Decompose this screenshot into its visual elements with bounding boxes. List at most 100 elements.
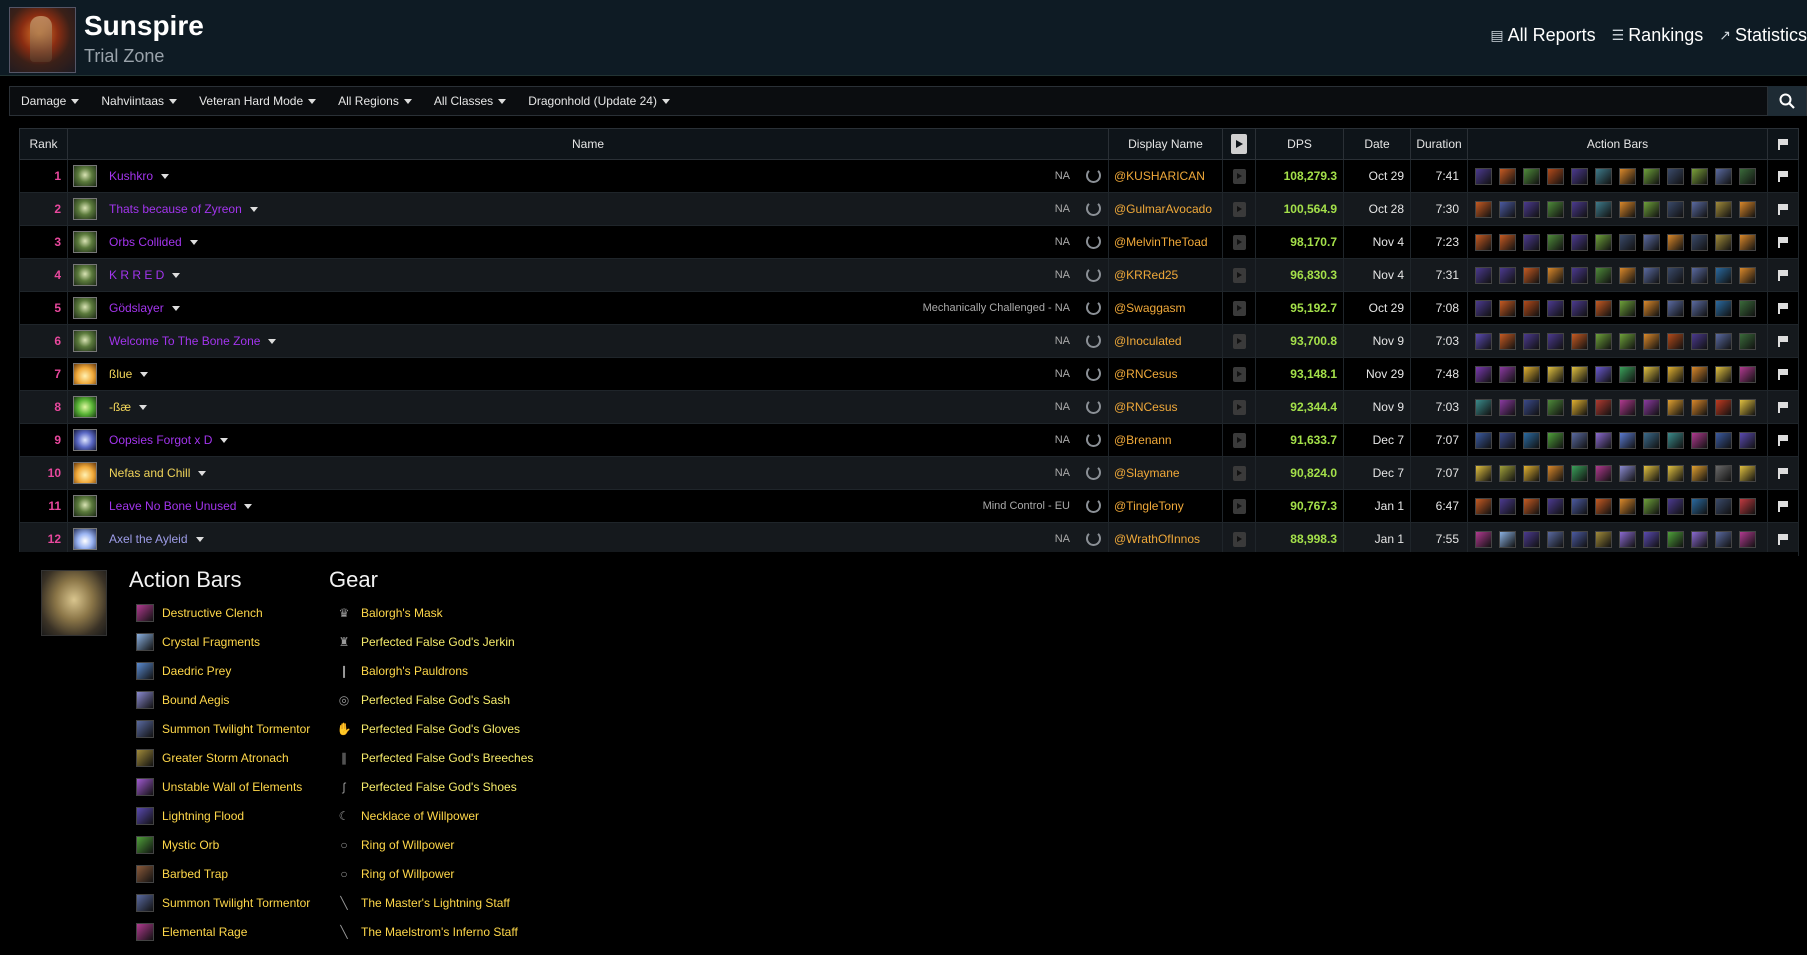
dps-cell[interactable]: 98,170.7: [1255, 225, 1344, 259]
display-name-cell[interactable]: @KUSHARICAN: [1108, 159, 1223, 193]
display-name-cell[interactable]: @WrathOfInnos: [1108, 522, 1223, 556]
display-name-cell[interactable]: @MelvinTheToad: [1108, 225, 1223, 259]
player-name-link[interactable]: Orbs Collided: [109, 235, 198, 249]
caret-down-icon[interactable]: [244, 504, 253, 510]
table-row[interactable]: 8 -ßæ NA @RNCesus 92,344.4 Nov 9 7:03: [19, 390, 1799, 424]
display-name-cell[interactable]: @Swaggasm: [1108, 291, 1223, 325]
action-bar-item[interactable]: Destructive Clench: [136, 598, 310, 627]
table-row[interactable]: 3 Orbs Collided NA @MelvinTheToad 98,170…: [19, 225, 1799, 259]
gear-item[interactable]: ☾ Necklace of Willpower: [335, 801, 533, 830]
nav-statistics[interactable]: ↗ Statistics: [1719, 25, 1807, 46]
flag-icon[interactable]: [1778, 336, 1788, 348]
flag-icon[interactable]: [1778, 534, 1788, 546]
gear-item[interactable]: ✋ Perfected False God's Gloves: [335, 714, 533, 743]
action-bar-item[interactable]: Summon Twilight Tormentor: [136, 888, 310, 917]
dps-cell[interactable]: 93,700.8: [1255, 324, 1344, 358]
gear-item[interactable]: ╲ The Master's Lightning Staff: [335, 888, 533, 917]
player-name-link[interactable]: Oopsies Forgot x D: [109, 433, 229, 447]
flag-icon[interactable]: [1778, 501, 1788, 513]
action-bar-item[interactable]: Barbed Trap: [136, 859, 310, 888]
dps-cell[interactable]: 90,767.3: [1255, 489, 1344, 523]
player-name-link[interactable]: ßlue: [109, 367, 149, 381]
table-row[interactable]: 7 ßlue NA @RNCesus 93,148.1 Nov 29 7:48: [19, 357, 1799, 391]
table-row[interactable]: 2 Thats because of Zyreon NA @GulmarAvoc…: [19, 192, 1799, 226]
gear-item[interactable]: ○ Ring of Willpower: [335, 859, 533, 888]
action-bar-item[interactable]: Lightning Flood: [136, 801, 310, 830]
dps-cell[interactable]: 108,279.3: [1255, 159, 1344, 193]
dps-cell[interactable]: 92,344.4: [1255, 390, 1344, 424]
filter-region[interactable]: All Regions: [327, 94, 423, 108]
gear-item[interactable]: ○ Ring of Willpower: [335, 830, 533, 859]
nav-all-reports[interactable]: ▤ All Reports: [1490, 25, 1595, 46]
col-duration[interactable]: Duration: [1410, 128, 1468, 160]
display-name-cell[interactable]: @RNCesus: [1108, 390, 1223, 424]
display-name-cell[interactable]: @RNCesus: [1108, 357, 1223, 391]
player-name-link[interactable]: Thats because of Zyreon: [109, 202, 258, 216]
filter-patch[interactable]: Dragonhold (Update 24): [517, 94, 681, 108]
flag-icon[interactable]: [1778, 303, 1788, 315]
filter-class[interactable]: All Classes: [423, 94, 517, 108]
gear-item[interactable]: ∥ Perfected False God's Breeches: [335, 743, 533, 772]
dps-cell[interactable]: 91,633.7: [1255, 423, 1344, 457]
player-name-link[interactable]: Nefas and Chill: [109, 466, 207, 480]
dps-cell[interactable]: 93,148.1: [1255, 357, 1344, 391]
dps-cell[interactable]: 96,830.3: [1255, 258, 1344, 292]
caret-down-icon[interactable]: [220, 438, 229, 444]
table-row[interactable]: 6 Welcome To The Bone Zone NA @Inoculate…: [19, 324, 1799, 358]
col-rank[interactable]: Rank: [19, 128, 68, 160]
gear-item[interactable]: ❙ Balorgh's Pauldrons: [335, 656, 533, 685]
nav-rankings[interactable]: ☰ Rankings: [1612, 25, 1704, 46]
table-row[interactable]: 10 Nefas and Chill NA @Slaymane 90,824.0…: [19, 456, 1799, 490]
gear-item[interactable]: ♛ Balorgh's Mask: [335, 598, 533, 627]
caret-down-icon[interactable]: [189, 240, 198, 246]
col-name[interactable]: Name: [67, 128, 1109, 160]
action-bar-item[interactable]: Mystic Orb: [136, 830, 310, 859]
player-name-link[interactable]: K R R E D: [109, 268, 181, 282]
flag-icon[interactable]: [1778, 171, 1788, 183]
table-row[interactable]: 4 K R R E D NA @KRRed25 96,830.3 Nov 4 7…: [19, 258, 1799, 292]
table-row[interactable]: 5 Gödslayer Mechanically Challenged - NA…: [19, 291, 1799, 325]
dps-cell[interactable]: 95,192.7: [1255, 291, 1344, 325]
gear-item[interactable]: ♜ Perfected False God's Jerkin: [335, 627, 533, 656]
action-bar-item[interactable]: Bound Aegis: [136, 685, 310, 714]
display-name-cell[interactable]: @Slaymane: [1108, 456, 1223, 490]
caret-down-icon[interactable]: [195, 537, 204, 543]
display-name-cell[interactable]: @Brenann: [1108, 423, 1223, 457]
caret-down-icon[interactable]: [268, 339, 277, 345]
col-dps[interactable]: DPS: [1255, 128, 1344, 160]
action-bar-item[interactable]: Unstable Wall of Elements: [136, 772, 310, 801]
filter-difficulty[interactable]: Veteran Hard Mode: [188, 94, 327, 108]
display-name-cell[interactable]: @GulmarAvocado: [1108, 192, 1223, 226]
gear-item[interactable]: ʃ Perfected False God's Shoes: [335, 772, 533, 801]
flag-icon[interactable]: [1778, 369, 1788, 381]
action-bar-item[interactable]: Summon Twilight Tormentor: [136, 714, 310, 743]
player-name-link[interactable]: Kushkro: [109, 169, 170, 183]
caret-down-icon[interactable]: [140, 372, 149, 378]
player-name-link[interactable]: Gödslayer: [109, 301, 180, 315]
filter-metric[interactable]: Damage: [10, 94, 90, 108]
action-bar-item[interactable]: Daedric Prey: [136, 656, 310, 685]
gear-item[interactable]: ╲ The Maelstrom's Inferno Staff: [335, 917, 533, 946]
player-name-link[interactable]: -ßæ: [109, 400, 147, 414]
table-row[interactable]: 1 Kushkro NA @KUSHARICAN 108,279.3 Oct 2…: [19, 159, 1799, 193]
search-button[interactable]: [1767, 86, 1806, 116]
dps-cell[interactable]: 88,998.3: [1255, 522, 1344, 556]
display-name-cell[interactable]: @TingleTony: [1108, 489, 1223, 523]
table-row[interactable]: 12 Axel the Ayleid NA @WrathOfInnos 88,9…: [19, 522, 1799, 556]
action-bar-item[interactable]: Elemental Rage: [136, 917, 310, 946]
gear-item[interactable]: ◎ Perfected False God's Sash: [335, 685, 533, 714]
dps-cell[interactable]: 90,824.0: [1255, 456, 1344, 490]
display-name-cell[interactable]: @Inoculated: [1108, 324, 1223, 358]
caret-down-icon[interactable]: [139, 405, 147, 411]
col-display-name[interactable]: Display Name: [1108, 128, 1223, 160]
flag-icon[interactable]: [1778, 270, 1788, 282]
caret-down-icon[interactable]: [198, 471, 207, 477]
table-row[interactable]: 11 Leave No Bone Unused Mind Control - E…: [19, 489, 1799, 523]
display-name-cell[interactable]: @KRRed25: [1108, 258, 1223, 292]
flag-icon[interactable]: [1778, 435, 1788, 447]
col-date[interactable]: Date: [1343, 128, 1411, 160]
caret-down-icon[interactable]: [249, 207, 258, 213]
action-bar-item[interactable]: Greater Storm Atronach: [136, 743, 310, 772]
caret-down-icon[interactable]: [171, 306, 180, 312]
flag-icon[interactable]: [1778, 402, 1788, 414]
